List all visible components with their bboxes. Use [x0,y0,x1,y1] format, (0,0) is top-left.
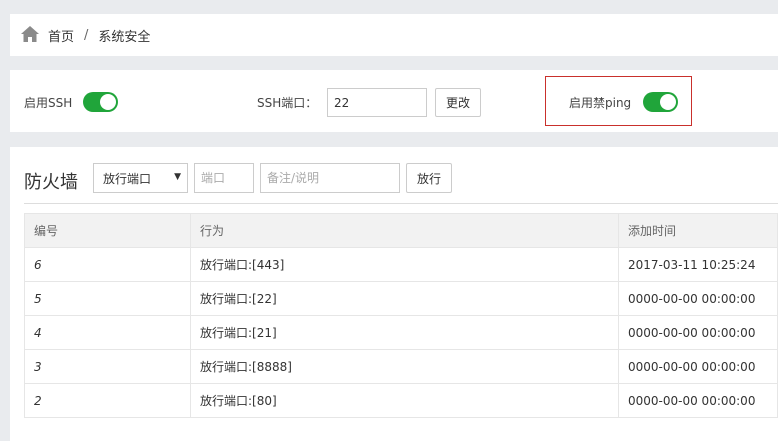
row-time: 2017-03-11 10:25:24 [618,247,778,282]
table-header: 编号 行为 添加时间 [24,213,778,248]
note-input[interactable] [260,163,400,193]
row-action: 放行端口:[8888] [190,349,619,384]
row-action: 放行端口:[443] [190,247,619,282]
firewall-table: 编号 行为 添加时间 6 放行端口:[443] 2017-03-11 10:25… [24,213,778,418]
firewall-panel: 防火墙 放行端口 ▼ 放行 编号 行为 添加时间 6 放行端口:[443] 20… [10,147,778,441]
row-time: 0000-00-00 00:00:00 [618,281,778,316]
row-id: 6 [24,247,191,282]
row-id: 5 [24,281,191,316]
row-time: 0000-00-00 00:00:00 [618,383,778,418]
ping-disable-label: 启用禁ping [569,96,632,110]
ssh-toggle[interactable] [83,92,118,112]
row-action: 放行端口:[21] [190,315,619,350]
row-id: 2 [24,383,191,418]
row-action: 放行端口:[80] [190,383,619,418]
ssh-port-input[interactable] [327,88,427,117]
table-row: 2 放行端口:[80] 0000-00-00 00:00:00 [24,383,778,418]
caret-down-icon: ▼ [174,172,181,182]
rule-type-select[interactable]: 放行端口 ▼ [93,163,188,193]
table-row: 5 放行端口:[22] 0000-00-00 00:00:00 [24,281,778,316]
table-row: 4 放行端口:[21] 0000-00-00 00:00:00 [24,315,778,350]
row-id: 4 [24,315,191,350]
table-row: 3 放行端口:[8888] 0000-00-00 00:00:00 [24,349,778,384]
allow-button[interactable]: 放行 [406,163,452,193]
port-input[interactable] [194,163,254,193]
breadcrumb-home[interactable]: 首页 [48,26,74,45]
ssh-enable-label: 启用SSH [24,96,73,110]
breadcrumb-current: 系统安全 [98,29,151,45]
divider [24,203,778,204]
firewall-title: 防火墙 [24,172,78,193]
breadcrumb-separator: / [84,27,89,43]
breadcrumb: 首页 / 系统安全 [10,14,778,56]
column-action: 行为 [190,213,619,248]
row-time: 0000-00-00 00:00:00 [618,315,778,350]
column-time: 添加时间 [618,213,778,248]
ssh-port-label: SSH端口： [257,96,318,110]
home-icon[interactable] [20,25,40,45]
security-settings: 启用SSH SSH端口： 更改 启用禁ping [10,70,778,132]
row-id: 3 [24,349,191,384]
row-action: 放行端口:[22] [190,281,619,316]
row-time: 0000-00-00 00:00:00 [618,349,778,384]
rule-type-value: 放行端口 [103,171,152,186]
table-row: 6 放行端口:[443] 2017-03-11 10:25:24 [24,247,778,282]
ping-toggle[interactable] [643,92,678,112]
change-port-button[interactable]: 更改 [435,88,481,117]
column-id: 编号 [24,213,191,248]
